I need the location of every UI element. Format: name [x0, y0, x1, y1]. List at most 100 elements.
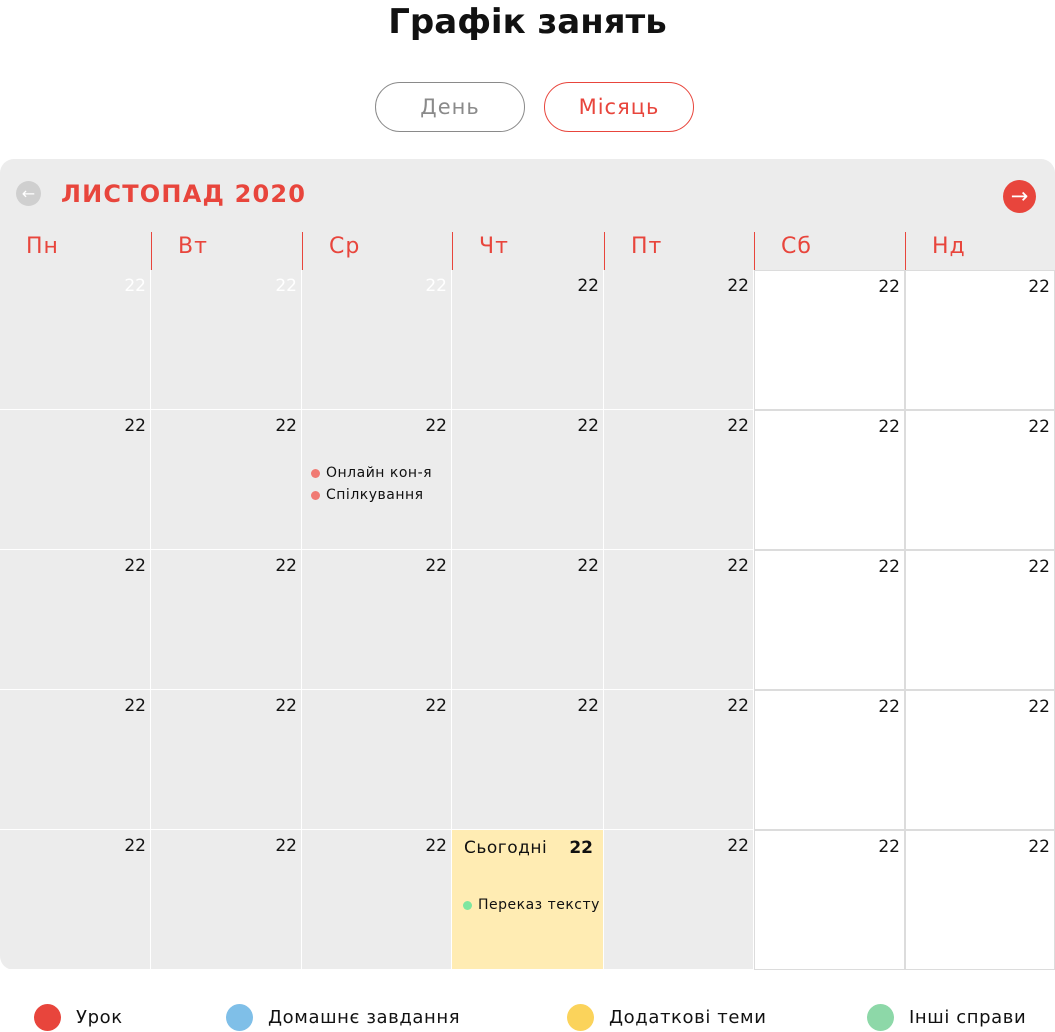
event-item[interactable]: Онлайн кон-я: [311, 462, 432, 484]
view-switch: День Місяць: [375, 82, 694, 132]
legend-swatch-icon: [867, 1004, 894, 1031]
calendar-day[interactable]: 22: [452, 690, 604, 830]
calendar-day[interactable]: 22: [905, 690, 1055, 830]
legend-label: Урок: [76, 1007, 123, 1028]
month-label: ЛИСТОПАД 2020: [61, 180, 307, 208]
day-number: 22: [124, 836, 146, 856]
day-number: 22: [727, 836, 749, 856]
day-number: 22: [1028, 837, 1050, 857]
day-number: 22: [275, 696, 297, 716]
weekday-label: Пт: [604, 232, 754, 270]
day-number: 22: [275, 556, 297, 576]
legend-swatch-icon: [567, 1004, 594, 1031]
event-dot-icon: [463, 900, 472, 910]
calendar-day-today[interactable]: Сьогодні 22 Переказ тексту: [452, 830, 604, 970]
day-number: 22: [577, 276, 599, 296]
calendar-header: ← ЛИСТОПАД 2020 →: [0, 159, 1055, 231]
day-number: 22: [727, 276, 749, 296]
day-number: 22: [878, 417, 900, 437]
calendar-day[interactable]: 22: [0, 270, 151, 410]
calendar-day[interactable]: 22: [754, 690, 905, 830]
calendar-day[interactable]: 22: [604, 830, 754, 970]
day-number: 22: [878, 697, 900, 717]
calendar-day[interactable]: 22: [151, 830, 302, 970]
day-number: 22: [878, 277, 900, 297]
weekday-label: Вт: [151, 232, 302, 270]
calendar-day[interactable]: 22: [302, 690, 452, 830]
day-number: 22: [275, 416, 297, 436]
day-number: 22: [577, 556, 599, 576]
day-number: 22: [275, 276, 297, 296]
event-label: Спілкування: [326, 487, 424, 503]
event-dot-icon: [311, 490, 320, 500]
calendar-day[interactable]: 22: [452, 410, 604, 550]
calendar-day[interactable]: 22: [754, 550, 905, 690]
legend-item: Домашнє завдання: [226, 1004, 460, 1031]
event-label: Онлайн кон-я: [326, 465, 433, 481]
event-item[interactable]: Спілкування: [311, 484, 432, 506]
calendar-day[interactable]: 22: [754, 830, 905, 970]
calendar-day[interactable]: 22: [0, 830, 151, 970]
calendar-day[interactable]: 22: [0, 550, 151, 690]
calendar-day[interactable]: 22: [754, 270, 905, 410]
calendar-day[interactable]: 22: [905, 550, 1055, 690]
calendar-day[interactable]: 22: [604, 690, 754, 830]
day-number: 22: [1028, 557, 1050, 577]
calendar-day[interactable]: 22: [604, 270, 754, 410]
today-label: Сьогодні: [464, 838, 548, 858]
day-number: 22: [727, 556, 749, 576]
calendar-day[interactable]: 22 Онлайн кон-я Спілкування: [302, 410, 452, 550]
calendar-day[interactable]: 22: [151, 690, 302, 830]
day-number: 22: [124, 276, 146, 296]
weekday-label: Нд: [905, 232, 1055, 270]
day-number: 22: [569, 838, 593, 858]
day-number: 22: [425, 416, 447, 436]
calendar-day[interactable]: 22: [302, 550, 452, 690]
legend-label: Додаткові теми: [609, 1007, 767, 1028]
calendar-day[interactable]: 22: [302, 830, 452, 970]
day-number: 22: [124, 696, 146, 716]
event-list: Переказ тексту: [463, 894, 600, 916]
day-number: 22: [425, 276, 447, 296]
event-dot-icon: [311, 468, 320, 478]
calendar-day[interactable]: 22: [452, 270, 604, 410]
legend-swatch-icon: [226, 1004, 253, 1031]
weekday-label: Пн: [26, 234, 59, 259]
day-number: 22: [878, 557, 900, 577]
legend-item: Інші справи: [867, 1004, 1026, 1031]
month-view-button[interactable]: Місяць: [544, 82, 694, 132]
calendar-day[interactable]: 22: [0, 410, 151, 550]
arrow-right-icon[interactable]: →: [1003, 180, 1036, 213]
calendar-day[interactable]: 22: [302, 270, 452, 410]
calendar-day[interactable]: 22: [604, 410, 754, 550]
calendar-day[interactable]: 22: [151, 270, 302, 410]
day-number: 22: [425, 696, 447, 716]
calendar-day[interactable]: 22: [905, 410, 1055, 550]
day-number: 22: [275, 836, 297, 856]
legend-item: Додаткові теми: [567, 1004, 767, 1031]
weekday-header: Пн Вт Ср Чт Пт Сб Нд: [0, 232, 1055, 270]
calendar-day[interactable]: 22: [151, 550, 302, 690]
legend-swatch-icon: [34, 1004, 61, 1031]
day-number: 22: [425, 556, 447, 576]
day-number: 22: [878, 837, 900, 857]
event-item[interactable]: Переказ тексту: [463, 894, 600, 916]
day-view-button[interactable]: День: [375, 82, 525, 132]
calendar-day[interactable]: 22: [905, 270, 1055, 410]
day-number: 22: [577, 696, 599, 716]
calendar-day[interactable]: 22: [0, 690, 151, 830]
legend: Урок Домашнє завдання Додаткові теми Інші с…: [0, 1004, 1055, 1032]
calendar-day[interactable]: 22: [452, 550, 604, 690]
day-number: 22: [727, 416, 749, 436]
day-number: 22: [577, 416, 599, 436]
day-number: 22: [727, 696, 749, 716]
event-label: Переказ тексту: [478, 897, 600, 913]
arrow-left-icon[interactable]: ←: [16, 181, 41, 206]
day-number: 22: [425, 836, 447, 856]
calendar-day[interactable]: 22: [754, 410, 905, 550]
calendar-day[interactable]: 22: [905, 830, 1055, 970]
calendar-day[interactable]: 22: [151, 410, 302, 550]
day-number: 22: [124, 556, 146, 576]
calendar-day[interactable]: 22: [604, 550, 754, 690]
event-list: Онлайн кон-я Спілкування: [311, 462, 432, 506]
